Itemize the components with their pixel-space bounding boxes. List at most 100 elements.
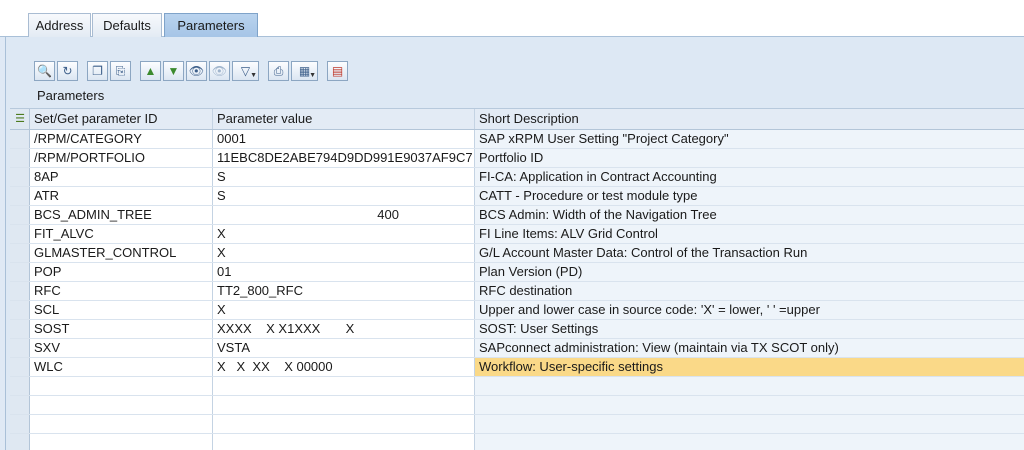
parameter-value-cell[interactable]: X X XX X 00000 bbox=[213, 358, 475, 376]
row-selector[interactable] bbox=[10, 434, 30, 450]
tab-address[interactable]: Address bbox=[28, 13, 91, 37]
layout-icon[interactable]: ▦ ▼ bbox=[291, 61, 318, 81]
row-selector[interactable] bbox=[10, 130, 30, 148]
column-header-parameter-value[interactable]: Parameter value bbox=[213, 109, 475, 129]
parameter-id-cell: /RPM/PORTFOLIO bbox=[30, 149, 213, 167]
info-icon[interactable]: ▤ bbox=[327, 61, 348, 81]
empty-row[interactable] bbox=[10, 377, 1024, 396]
row-selector[interactable] bbox=[10, 358, 30, 376]
empty-cell bbox=[475, 377, 1024, 395]
parameter-value-cell[interactable]: S bbox=[213, 187, 475, 205]
short-description-cell: SAP xRPM User Setting "Project Category" bbox=[475, 130, 1024, 148]
table-row[interactable]: SOST XXXX X X1XXX X SOST: User Settings bbox=[10, 320, 1024, 339]
table-row[interactable]: BCS_ADMIN_TREE 400 BCS Admin: Width of the… bbox=[10, 206, 1024, 225]
print-icon[interactable]: ⎙ bbox=[268, 61, 289, 81]
row-selector[interactable] bbox=[10, 415, 30, 433]
row-selector[interactable] bbox=[10, 339, 30, 357]
row-selector[interactable] bbox=[10, 282, 30, 300]
empty-row[interactable] bbox=[10, 396, 1024, 415]
empty-cell bbox=[30, 396, 213, 414]
find-icon[interactable]: 👁 bbox=[186, 61, 207, 81]
empty-cell bbox=[30, 434, 213, 450]
parameter-value-cell[interactable]: X bbox=[213, 301, 475, 319]
row-selector[interactable] bbox=[10, 377, 30, 395]
table-row[interactable]: WLC X X XX X 00000 Workflow: User-specific… bbox=[10, 358, 1024, 377]
grid-body: /RPM/CATEGORY 0001 SAP xRPM User Setting "… bbox=[10, 130, 1024, 450]
short-description-cell: SAPconnect administration: View (maintai… bbox=[475, 339, 1024, 357]
parameter-value-cell[interactable]: X bbox=[213, 225, 475, 243]
tab-defaults[interactable]: Defaults bbox=[92, 13, 162, 37]
find-next-icon[interactable]: 👁 bbox=[209, 61, 230, 81]
sort-descending-icon[interactable]: ▼ bbox=[163, 61, 184, 81]
filter-icon[interactable]: ▽ ▼ bbox=[232, 61, 259, 81]
empty-cell[interactable] bbox=[213, 415, 475, 433]
short-description-cell: BCS Admin: Width of the Navigation Tree bbox=[475, 206, 1024, 224]
parameter-value-cell[interactable]: 400 bbox=[213, 206, 475, 224]
parameter-id-cell: /RPM/CATEGORY bbox=[30, 130, 213, 148]
row-selector[interactable] bbox=[10, 244, 30, 262]
parameter-value-cell[interactable]: TT2_800_RFC bbox=[213, 282, 475, 300]
copy-icon[interactable]: ❐ bbox=[87, 61, 108, 81]
parameter-id-cell: POP bbox=[30, 263, 213, 281]
table-row[interactable]: SXV VSTA SAPconnect administration: View (… bbox=[10, 339, 1024, 358]
row-selector[interactable] bbox=[10, 396, 30, 414]
parameter-id-cell: SXV bbox=[30, 339, 213, 357]
short-description-cell: CATT - Procedure or test module type bbox=[475, 187, 1024, 205]
row-selector[interactable] bbox=[10, 168, 30, 186]
grid-title: Parameters bbox=[37, 88, 105, 103]
table-row[interactable]: FIT_ALVC X FI Line Items: ALV Grid Control bbox=[10, 225, 1024, 244]
row-selector[interactable] bbox=[10, 187, 30, 205]
table-row[interactable]: ATR S CATT - Procedure or test module type bbox=[10, 187, 1024, 206]
row-selector[interactable] bbox=[10, 225, 30, 243]
table-row[interactable]: GLMASTER_CONTROL X G/L Account Master Data… bbox=[10, 244, 1024, 263]
select-all-icon: ☰ bbox=[15, 113, 25, 125]
column-header-short-description[interactable]: Short Description bbox=[475, 109, 1024, 129]
refresh-icon[interactable]: ↻ bbox=[57, 61, 78, 81]
parameter-value-cell[interactable]: VSTA bbox=[213, 339, 475, 357]
details-icon[interactable]: 🔍 bbox=[34, 61, 55, 81]
short-description-cell: FI-CA: Application in Contract Accountin… bbox=[475, 168, 1024, 186]
grid-toolbar: 🔍 ↻ ❐ ⎘ ▲ ▼ 👁 👁 ▽ ▼ ⎙ ▦ ▼ ▤ bbox=[34, 60, 354, 82]
parameter-value-cell[interactable]: X bbox=[213, 244, 475, 262]
empty-cell bbox=[475, 396, 1024, 414]
short-description-cell: SOST: User Settings bbox=[475, 320, 1024, 338]
parameter-value-cell[interactable]: 0001 bbox=[213, 130, 475, 148]
row-selector[interactable] bbox=[10, 149, 30, 167]
tab-parameters[interactable]: Parameters bbox=[164, 13, 258, 38]
sort-ascending-icon[interactable]: ▲ bbox=[140, 61, 161, 81]
column-header-parameter-id[interactable]: Set/Get parameter ID bbox=[30, 109, 213, 129]
row-selector[interactable] bbox=[10, 206, 30, 224]
parameter-id-cell: BCS_ADMIN_TREE bbox=[30, 206, 213, 224]
table-row[interactable]: /RPM/CATEGORY 0001 SAP xRPM User Setting "… bbox=[10, 130, 1024, 149]
short-description-cell: Workflow: User-specific settings bbox=[475, 358, 1024, 376]
table-row[interactable]: 8AP S FI-CA: Application in Contract Accou… bbox=[10, 168, 1024, 187]
parameter-value-cell[interactable]: 11EBC8DE2ABE794D9DD991E9037AF9C7 bbox=[213, 149, 475, 167]
empty-row[interactable] bbox=[10, 415, 1024, 434]
paste-icon[interactable]: ⎘ bbox=[110, 61, 131, 81]
parameter-id-cell: ATR bbox=[30, 187, 213, 205]
parameters-grid: ☰ Set/Get parameter ID Parameter value S… bbox=[10, 108, 1024, 450]
empty-cell bbox=[30, 377, 213, 395]
parameter-value-cell[interactable]: XXXX X X1XXX X bbox=[213, 320, 475, 338]
row-selector[interactable] bbox=[10, 320, 30, 338]
parameter-id-cell: SOST bbox=[30, 320, 213, 338]
parameter-value-cell[interactable]: S bbox=[213, 168, 475, 186]
empty-cell bbox=[30, 415, 213, 433]
empty-cell[interactable] bbox=[213, 377, 475, 395]
tab-strip: Address Defaults Parameters bbox=[0, 0, 1024, 38]
table-row[interactable]: /RPM/PORTFOLIO 11EBC8DE2ABE794D9DD991E903… bbox=[10, 149, 1024, 168]
row-selector[interactable] bbox=[10, 263, 30, 281]
empty-cell[interactable] bbox=[213, 434, 475, 450]
parameter-value-cell[interactable]: 01 bbox=[213, 263, 475, 281]
empty-cell[interactable] bbox=[213, 396, 475, 414]
short-description-cell: G/L Account Master Data: Control of the … bbox=[475, 244, 1024, 262]
short-description-cell: Upper and lower case in source code: 'X'… bbox=[475, 301, 1024, 319]
empty-row[interactable] bbox=[10, 434, 1024, 450]
row-selector[interactable] bbox=[10, 301, 30, 319]
short-description-cell: RFC destination bbox=[475, 282, 1024, 300]
table-row[interactable]: POP 01 Plan Version (PD) bbox=[10, 263, 1024, 282]
table-row[interactable]: SCL X Upper and lower case in source code:… bbox=[10, 301, 1024, 320]
select-all-cell[interactable]: ☰ bbox=[10, 109, 30, 129]
table-row[interactable]: RFC TT2_800_RFC RFC destination bbox=[10, 282, 1024, 301]
short-description-cell: Portfolio ID bbox=[475, 149, 1024, 167]
